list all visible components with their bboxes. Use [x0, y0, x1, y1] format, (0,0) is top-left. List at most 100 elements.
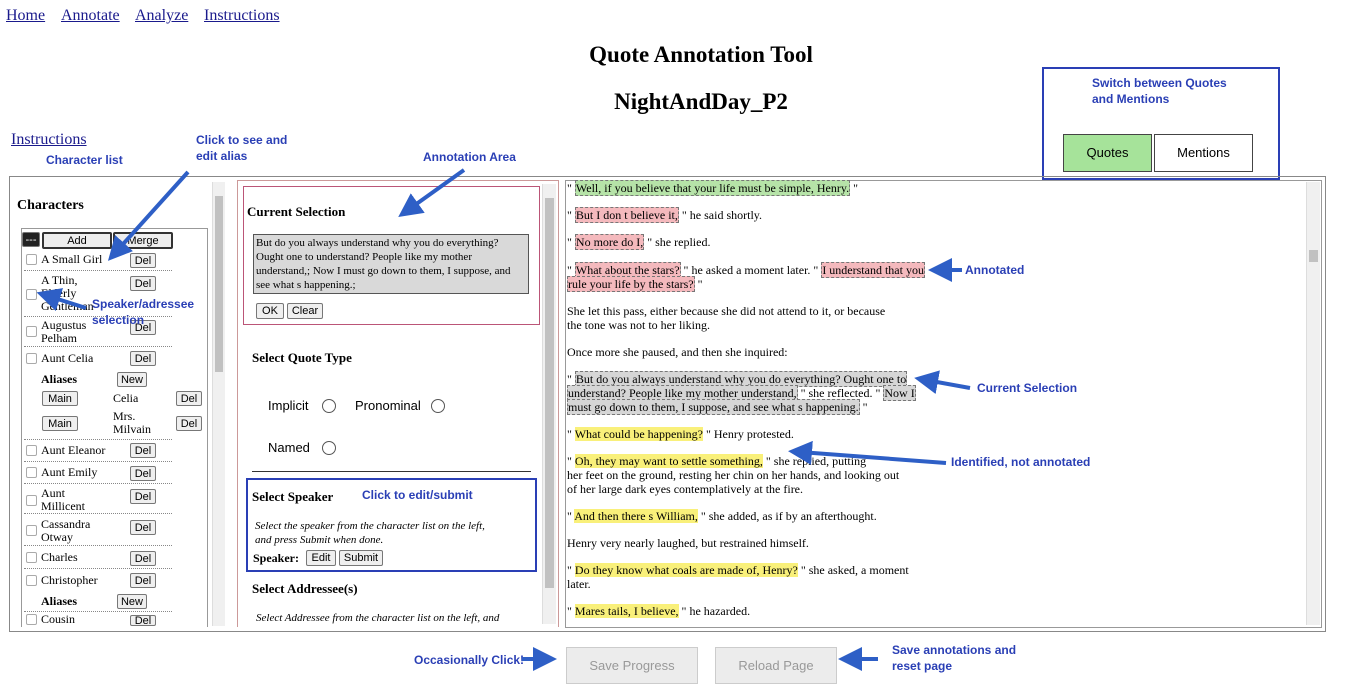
- delete-character-button[interactable]: Del: [130, 253, 156, 268]
- implicit-label: Implicit: [268, 398, 309, 413]
- character-name[interactable]: Aunt Emily: [41, 466, 97, 479]
- selection-textarea[interactable]: But do you always understand why you do …: [253, 234, 529, 294]
- character-name[interactable]: Aunt Celia: [41, 352, 93, 365]
- delete-alias-button[interactable]: Del: [176, 391, 202, 406]
- delete-character-button[interactable]: Del: [130, 276, 156, 291]
- callout-switch-1: Switch between Quotes: [1092, 76, 1227, 90]
- quote-identified[interactable]: What could be happening?: [574, 427, 703, 441]
- character-name[interactable]: Aunt Eleanor: [41, 444, 105, 457]
- delete-character-button[interactable]: Del: [130, 489, 156, 504]
- callout-click-edit: Click to edit/submit: [362, 488, 473, 502]
- nav-analyze[interactable]: Analyze: [135, 7, 188, 25]
- collapse-button[interactable]: ---: [22, 232, 40, 247]
- text-line: her feet on the ground, resting her chin…: [567, 468, 900, 482]
- character-checkbox[interactable]: [26, 326, 37, 337]
- callout-save-2: reset page: [892, 659, 953, 673]
- text-line: " Well, if you believe that your life mu…: [567, 180, 858, 196]
- callout-annotation-area: Annotation Area: [423, 150, 516, 164]
- character-name[interactable]: Charles: [41, 551, 78, 564]
- edit-speaker-button[interactable]: Edit: [306, 550, 336, 566]
- text-line: rule your life by the stars? ": [567, 276, 703, 292]
- mentions-mode-button[interactable]: Mentions: [1154, 134, 1253, 172]
- callout-identified: Identified, not annotated: [951, 455, 1091, 469]
- character-name[interactable]: Cousin: [41, 613, 75, 626]
- quote-annotated[interactable]: No more do I,: [574, 234, 645, 250]
- delete-character-button[interactable]: Del: [130, 573, 156, 588]
- addressee-heading: Select Addressee(s): [252, 581, 358, 596]
- delete-character-button[interactable]: Del: [130, 520, 156, 535]
- quotes-mode-button[interactable]: Quotes: [1063, 134, 1152, 172]
- text-line: " What could be happening? " Henry prote…: [567, 427, 794, 441]
- text-line: of her large dark eyes contemplatively a…: [567, 482, 804, 496]
- aliases-label: Aliases: [41, 594, 77, 608]
- annotation-scrollbar[interactable]: [542, 184, 556, 624]
- pronominal-radio[interactable]: [431, 399, 445, 413]
- delete-character-button[interactable]: Del: [130, 351, 156, 366]
- delete-character-button[interactable]: Del: [130, 443, 156, 458]
- character-name[interactable]: A Thin, Elderly Gentleman: [41, 274, 94, 313]
- new-alias-button[interactable]: New: [117, 372, 147, 387]
- quote-selected[interactable]: must go down to them, I suppose, and see…: [567, 399, 860, 415]
- text-line: " What about the stars? " he asked a mom…: [567, 262, 925, 278]
- character-checkbox[interactable]: [26, 614, 37, 625]
- callout-annotated: Annotated: [965, 263, 1025, 277]
- character-checkbox[interactable]: [26, 575, 37, 586]
- quote-selected[interactable]: Now I: [883, 385, 916, 401]
- callout-save-1: Save annotations and: [892, 643, 1017, 657]
- text-line: " Mares tails, I believe, " he hazarded.: [567, 604, 751, 618]
- character-name[interactable]: Augustus Pelham: [41, 319, 86, 345]
- character-name[interactable]: Christopher: [41, 574, 98, 587]
- instructions-link[interactable]: Instructions: [11, 131, 87, 149]
- nav-instructions[interactable]: Instructions: [204, 7, 280, 25]
- ok-button[interactable]: OK: [256, 303, 284, 319]
- character-checkbox[interactable]: [26, 467, 37, 478]
- reload-page-button[interactable]: Reload Page: [715, 647, 837, 684]
- quote-annotated[interactable]: rule your life by the stars?: [567, 276, 695, 292]
- speaker-hint: Select the speaker from the character li…: [255, 520, 485, 546]
- merge-character-button[interactable]: Merge: [113, 232, 173, 249]
- text-line: She let this pass, either because she di…: [567, 304, 886, 318]
- text-line: " And then there s William, " she added,…: [567, 509, 877, 523]
- quote-annotated[interactable]: But I don t believe it,: [574, 207, 679, 223]
- callout-switch-2: and Mentions: [1092, 92, 1170, 106]
- speaker-label: Speaker:: [253, 551, 299, 565]
- character-scrollbar[interactable]: [212, 182, 225, 626]
- character-checkbox[interactable]: [26, 445, 37, 456]
- save-progress-button[interactable]: Save Progress: [566, 647, 698, 684]
- character-checkbox[interactable]: [26, 552, 37, 563]
- character-name[interactable]: Cassandra Otway: [41, 518, 90, 544]
- implicit-radio[interactable]: [322, 399, 336, 413]
- quote-identified[interactable]: Mares tails, I believe,: [574, 604, 679, 618]
- delete-character-button[interactable]: Del: [130, 615, 156, 626]
- page-title: Quote Annotation Tool: [589, 42, 813, 67]
- nav-annotate[interactable]: Annotate: [61, 7, 120, 25]
- character-name[interactable]: Aunt Millicent: [41, 487, 85, 513]
- set-main-alias-button[interactable]: Main: [42, 391, 78, 406]
- named-label: Named: [268, 440, 310, 455]
- delete-alias-button[interactable]: Del: [176, 416, 202, 431]
- named-radio[interactable]: [322, 441, 336, 455]
- submit-speaker-button[interactable]: Submit: [339, 550, 383, 566]
- quote-annotated[interactable]: Well, if you believe that your life must…: [574, 180, 851, 196]
- character-name[interactable]: A Small Girl: [41, 253, 102, 266]
- character-checkbox[interactable]: [26, 353, 37, 364]
- delete-character-button[interactable]: Del: [130, 466, 156, 481]
- character-checkbox[interactable]: [26, 495, 37, 506]
- new-alias-button[interactable]: New: [117, 594, 147, 609]
- speaker-heading: Select Speaker: [252, 489, 334, 504]
- text-line: must go down to them, I suppose, and see…: [567, 399, 868, 415]
- character-checkbox[interactable]: [26, 254, 37, 265]
- character-checkbox[interactable]: [26, 289, 37, 300]
- text-line: the tone was not to her liking.: [567, 318, 710, 332]
- set-main-alias-button[interactable]: Main: [42, 416, 78, 431]
- text-scrollbar[interactable]: [1306, 182, 1320, 625]
- delete-character-button[interactable]: Del: [130, 551, 156, 566]
- character-checkbox[interactable]: [26, 525, 37, 536]
- quote-identified[interactable]: And then there s William,: [574, 509, 698, 523]
- clear-button[interactable]: Clear: [287, 303, 323, 319]
- quote-identified[interactable]: Do they know what coals are made of, Hen…: [574, 563, 798, 577]
- nav-home[interactable]: Home: [6, 7, 45, 25]
- add-character-button[interactable]: Add: [42, 232, 112, 249]
- quote-identified[interactable]: Oh, they may want to settle something,: [574, 454, 763, 468]
- quote-annotated[interactable]: I understand that you: [821, 262, 925, 278]
